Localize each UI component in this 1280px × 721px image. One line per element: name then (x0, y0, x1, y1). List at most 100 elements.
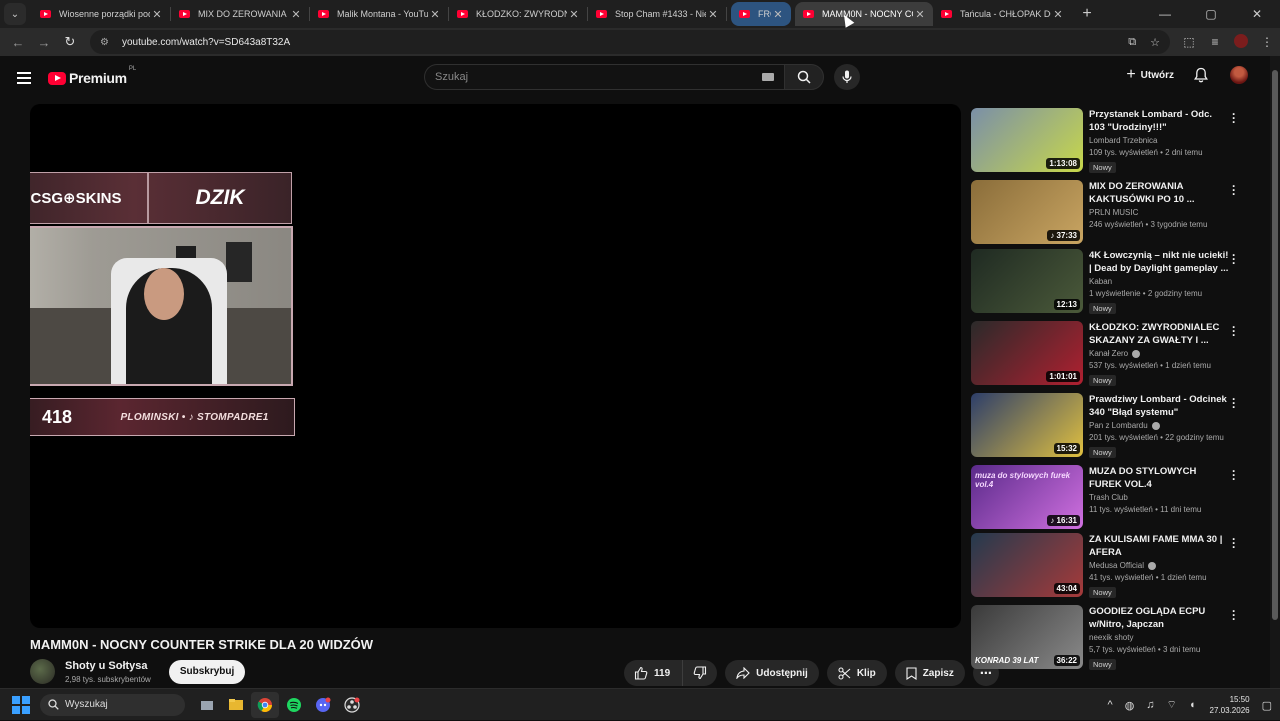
minimize-icon[interactable]: — (1142, 0, 1188, 28)
recommendation-title[interactable]: ZA KULISAMI FAME MMA 30 | AFERA (1089, 533, 1229, 559)
more-options-icon[interactable]: · · · (1231, 465, 1237, 485)
recommendation-channel[interactable]: PRLN MUSIC (1089, 208, 1138, 217)
profile-avatar[interactable] (1228, 33, 1254, 51)
tab-search-button[interactable]: ⌄ (4, 3, 26, 25)
close-tab-icon[interactable]: ✕ (706, 8, 720, 21)
clip-button[interactable]: Klip (826, 660, 887, 686)
subscribe-button[interactable]: Subskrybuj (168, 659, 246, 684)
more-options-icon[interactable]: · · · (1231, 605, 1237, 625)
share-button[interactable]: Udostępnij (725, 660, 819, 686)
discord-icon[interactable] (309, 692, 337, 718)
network-icon[interactable]: ◍ (1125, 699, 1135, 712)
back-icon[interactable]: ← (6, 30, 30, 54)
account-avatar[interactable] (1230, 66, 1248, 84)
voice-search-button[interactable] (834, 64, 860, 90)
forward-icon[interactable]: → (32, 30, 56, 54)
install-app-icon[interactable]: ⧉ (1128, 36, 1136, 49)
browser-tab[interactable]: Tańcula - CHŁOPAK DO W✕ (933, 2, 1071, 26)
video-thumbnail[interactable]: muza do stylowych furek vol.4 ♪ 16:31 (971, 465, 1083, 529)
task-view-icon[interactable] (193, 692, 221, 718)
save-button[interactable]: Zapisz (894, 660, 965, 686)
video-thumbnail[interactable]: 1:01:01 (971, 321, 1083, 385)
video-thumbnail[interactable]: 12:13 (971, 249, 1083, 313)
windows-start-icon[interactable] (12, 695, 30, 714)
file-explorer-icon[interactable] (222, 692, 250, 718)
browser-menu-icon[interactable]: ⋮ (1254, 35, 1280, 49)
recommendation-title[interactable]: Prawdziwy Lombard - Odcinek 340 "Błąd sy… (1089, 393, 1229, 419)
recommendation-item[interactable]: muza do stylowych furek vol.4 ♪ 16:31 MUZA… (971, 465, 1251, 531)
recommendation-title[interactable]: KŁODZKO: ZWYRODNIALEC SKAZANY ZA GWAŁTY … (1089, 321, 1229, 347)
recommendation-title[interactable]: Przystanek Lombard - Odc. 103 "Urodziny!… (1089, 108, 1229, 134)
recommendation-channel[interactable]: Trash Club (1089, 493, 1128, 502)
recommendation-title[interactable]: MUZA DO STYLOWYCH FUREK VOL.4 (1089, 465, 1229, 491)
close-tab-icon[interactable]: ✕ (150, 8, 164, 21)
video-player[interactable]: CSG⊕SKINS DZIK 418 PLOMINSKI • ♪ STOMPAD… (30, 104, 961, 628)
close-window-icon[interactable]: ✕ (1234, 0, 1280, 28)
close-tab-icon[interactable]: ✕ (1051, 8, 1065, 21)
guide-menu-icon[interactable] (17, 72, 31, 84)
recommendation-item[interactable]: 43:04 ZA KULISAMI FAME MMA 30 | AFERA Medu… (971, 533, 1251, 599)
chevron-up-icon[interactable]: ^ (1108, 699, 1113, 711)
notification-center-icon[interactable]: ▢ (1262, 699, 1272, 712)
browser-tab[interactable]: MIX DO ZEROWANIA KAKTU✕ (171, 2, 309, 26)
wifi-icon[interactable]: ⌔ (1167, 698, 1177, 712)
recommendation-item[interactable]: 12:13 4K Łowczynią – nikt nie ucieki! | D… (971, 249, 1251, 315)
obs-icon[interactable] (338, 692, 366, 718)
more-options-icon[interactable]: · · · (1231, 249, 1237, 269)
recommendation-channel[interactable]: Kaban (1089, 277, 1112, 286)
more-options-icon[interactable]: · · · (1231, 533, 1237, 553)
more-options-icon[interactable]: · · · (1231, 180, 1237, 200)
recommendation-channel[interactable]: neexik shoty (1089, 633, 1133, 642)
video-thumbnail[interactable]: 43:04 (971, 533, 1083, 597)
volume-icon[interactable]: ◖ (1189, 699, 1196, 711)
media-control-icon[interactable]: ≡ (1202, 35, 1228, 49)
more-options-icon[interactable]: · · · (1231, 108, 1237, 128)
site-info-icon[interactable]: ⚙ (100, 37, 114, 48)
system-clock[interactable]: 15:50 27.03.2026 (1210, 694, 1250, 716)
search-button[interactable] (784, 64, 824, 90)
reload-icon[interactable]: ↻ (58, 30, 82, 54)
maximize-icon[interactable]: ▢ (1188, 0, 1234, 28)
browser-tab[interactable]: KŁODZKO: ZWYRODNIALEC✕ (449, 2, 587, 26)
taskbar-search[interactable]: Wyszukaj (40, 693, 185, 716)
channel-avatar[interactable] (30, 659, 55, 684)
recommendation-item[interactable]: 15:32 Prawdziwy Lombard - Odcinek 340 "Bł… (971, 393, 1251, 459)
microphone-icon[interactable]: ♫ (1146, 699, 1154, 711)
channel-name[interactable]: Shoty u Sołtysa (65, 660, 151, 672)
close-tab-icon[interactable]: ✕ (771, 8, 785, 21)
recommendation-title[interactable]: 4K Łowczynią – nikt nie ucieki! | Dead b… (1089, 249, 1229, 275)
video-thumbnail[interactable]: 1:13:08 (971, 108, 1083, 172)
recommendation-channel[interactable]: Kanał Zero (1089, 349, 1128, 358)
more-options-icon[interactable]: · · · (1231, 321, 1237, 341)
recommendation-title[interactable]: MIX DO ZEROWANIA KAKTUSÓWKI PO 10 ... (1089, 180, 1229, 206)
video-thumbnail[interactable]: KONRAD 39 LAT 36:22 (971, 605, 1083, 669)
browser-tab[interactable]: Malik Montana - YouTube✕ (310, 2, 448, 26)
url-text[interactable]: youtube.com/watch?v=SD643a8T32A (122, 37, 1114, 48)
bookmark-star-icon[interactable]: ☆ (1150, 36, 1160, 49)
recommendation-item[interactable]: 1:01:01 KŁODZKO: ZWYRODNIALEC SKAZANY ZA … (971, 321, 1251, 387)
more-options-icon[interactable]: · · · (1231, 393, 1237, 413)
video-thumbnail[interactable]: 15:32 (971, 393, 1083, 457)
recommendation-item[interactable]: 1:13:08 Przystanek Lombard - Odc. 103 "Ur… (971, 108, 1251, 174)
recommendation-item[interactable]: ♪ 37:33 MIX DO ZEROWANIA KAKTUSÓWKI PO 10… (971, 180, 1251, 246)
like-button[interactable]: 119 (624, 660, 684, 686)
browser-tab[interactable]: FRO✕ (731, 2, 791, 26)
recommendation-channel[interactable]: Pan z Lombardu (1089, 421, 1148, 430)
browser-tab[interactable]: Stop Cham #1433 - Niebe✕ (588, 2, 726, 26)
browser-tab[interactable]: Wiosenne porządki pod k ✕ (32, 2, 170, 26)
spotify-icon[interactable] (280, 692, 308, 718)
extensions-icon[interactable]: ⬚ (1176, 35, 1202, 49)
recommendation-channel[interactable]: Lombard Trzebnica (1089, 136, 1157, 145)
browser-tab[interactable]: MAMM0N - NOCNY COUNT✕ (795, 2, 933, 26)
close-tab-icon[interactable]: ✕ (428, 8, 442, 21)
recommendation-channel[interactable]: Medusa Official (1089, 561, 1144, 570)
dislike-button[interactable] (683, 660, 717, 686)
search-input[interactable]: Szukaj (424, 64, 784, 90)
recommendation-item[interactable]: KONRAD 39 LAT 36:22 GOODIEZ OGLĄDA ECPU w/… (971, 605, 1251, 671)
close-tab-icon[interactable]: ✕ (567, 8, 581, 21)
keyboard-icon[interactable] (762, 73, 774, 81)
page-scrollbar[interactable] (1270, 56, 1280, 688)
address-bar[interactable]: ⚙ youtube.com/watch?v=SD643a8T32A ⧉ ☆ (90, 30, 1170, 54)
chrome-icon[interactable] (251, 691, 279, 718)
create-button[interactable]: + Utwórz (1126, 66, 1174, 84)
